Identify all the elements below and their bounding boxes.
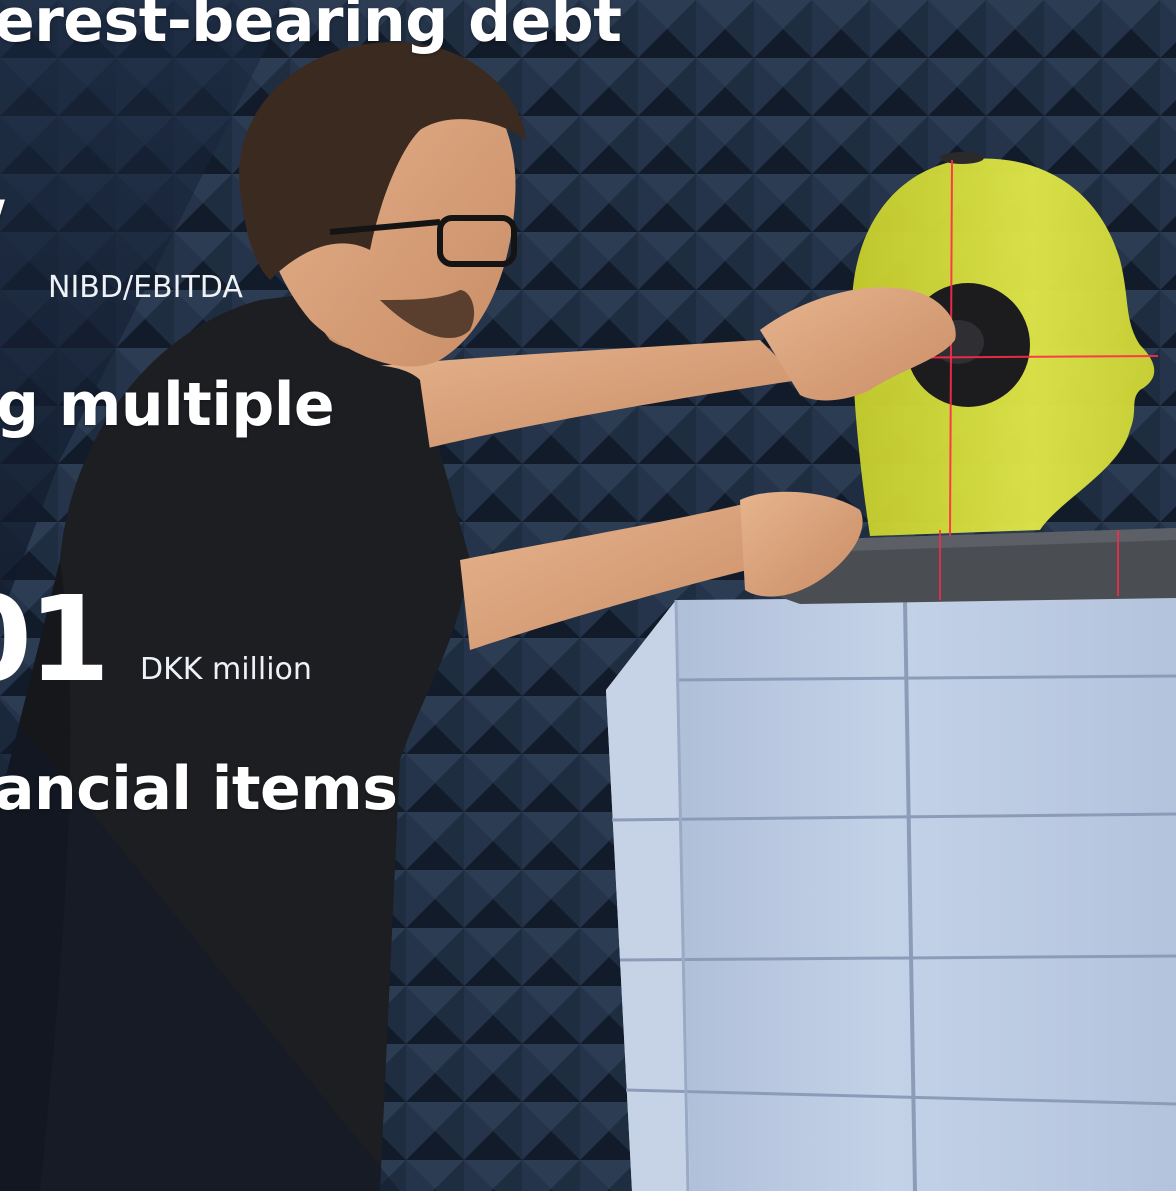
- foam-pedestal: [606, 596, 1176, 1191]
- unit-label-nibd-ebitda: NIBD/EBITDA: [48, 270, 243, 305]
- background-photo: [0, 0, 1176, 1191]
- key-figure-value: 01: [0, 570, 110, 708]
- heading-financial-items: ancial items: [0, 754, 398, 824]
- heading-gearing-multiple: g multiple: [0, 370, 335, 440]
- heading-fragment-slash: /: [0, 190, 5, 250]
- heading-interest-bearing-debt: erest-bearing debt: [0, 0, 622, 56]
- unit-label-dkk-million: DKK million: [140, 652, 312, 687]
